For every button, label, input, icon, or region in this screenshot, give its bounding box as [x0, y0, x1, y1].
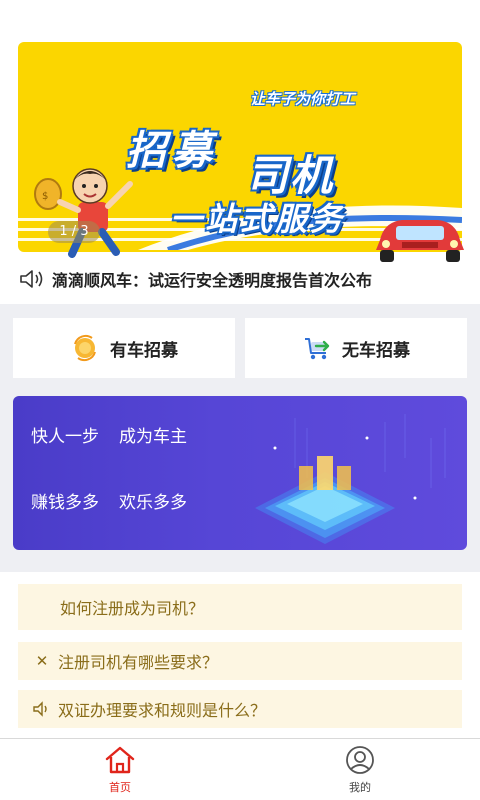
banner-slogan: 让车子为你打工	[250, 90, 356, 108]
banner-carousel[interactable]: 让车子为你打工 招募 司机 一站式服务 $ 1 / 3	[18, 42, 464, 262]
promo-text: 赚钱多多	[31, 493, 99, 513]
bottom-tab-bar: 首页 我的	[0, 738, 480, 800]
promo-text: 成为车主	[119, 427, 187, 447]
promo-text: 快人一步	[31, 427, 99, 447]
faq-item[interactable]: 如何注册成为司机？	[18, 584, 462, 630]
red-car-illustration	[376, 220, 464, 262]
with-car-recruit-button[interactable]: 有车招募	[13, 318, 235, 378]
promo-card[interactable]: 快人一步 成为车主 赚钱多多 欢乐多多	[13, 396, 467, 550]
svg-text:$: $	[42, 191, 48, 202]
isometric-platform-illustration	[255, 414, 446, 544]
tab-home[interactable]: 首页	[90, 745, 150, 799]
tab-mine-label: 我的	[349, 781, 371, 794]
promo-line-1: 快人一步 成为车主	[31, 422, 187, 447]
news-notice[interactable]: 滴滴顺风车：试运行安全透明度报告首次公布	[18, 264, 462, 294]
promo-line-2: 赚钱多多 欢乐多多	[31, 488, 187, 513]
speaker-icon	[33, 701, 47, 717]
speaker-icon	[20, 270, 43, 288]
promo-text: 欢乐多多	[119, 493, 187, 513]
without-car-recruit-button[interactable]: 无车招募	[245, 318, 467, 378]
faq-item[interactable]: ✕ 注册司机有哪些要求？	[18, 642, 462, 680]
cartoon-person-illustration: $	[34, 168, 133, 258]
user-icon	[346, 746, 374, 774]
cart-arrow-icon	[305, 338, 330, 360]
without-car-recruit-label: 无车招募	[342, 340, 410, 361]
notice-text: 滴滴顺风车：试运行安全透明度报告首次公布	[52, 271, 373, 290]
home-icon	[105, 746, 135, 774]
carousel-pager: 1 / 3	[48, 221, 100, 243]
faq-item[interactable]: 双证办理要求和规则是什么？	[18, 690, 462, 728]
faq-question: 双证办理要求和规则是什么？	[58, 701, 267, 720]
with-car-recruit-label: 有车招募	[110, 340, 178, 361]
close-icon: ✕	[35, 652, 49, 670]
faq-question: 注册司机有哪些要求？	[58, 653, 219, 672]
coin-refresh-icon	[74, 334, 96, 362]
tab-home-label: 首页	[109, 781, 131, 794]
tab-mine[interactable]: 我的	[330, 745, 390, 799]
faq-question: 如何注册成为司机？	[60, 599, 205, 618]
banner-title-service: 一站式服务	[170, 200, 346, 238]
